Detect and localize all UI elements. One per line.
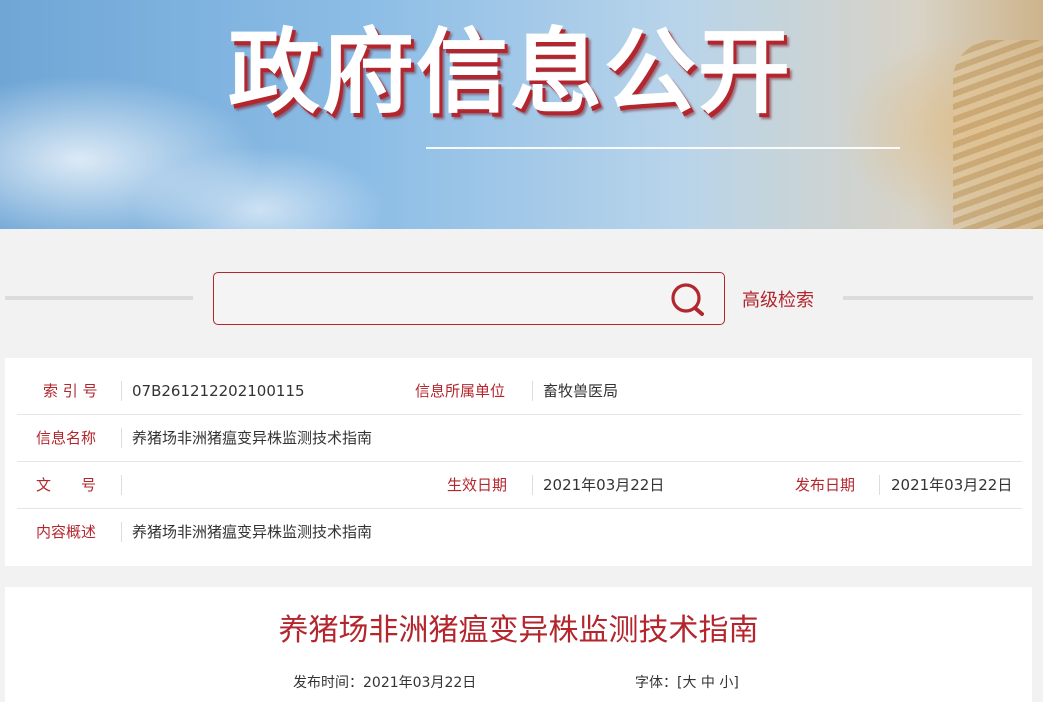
font-large-button[interactable]: 大: [682, 675, 696, 691]
banner-title: 政府信息公开: [228, 19, 793, 126]
separator: [121, 428, 122, 448]
meta-row-dates: 文 号 生效日期 2021年03月22日 发布日期 2021年03月22日: [17, 462, 1022, 509]
article-panel: 养猪场非洲猪瘟变异株监测技术指南 发布时间：2021年03月22日 字体：[大 …: [5, 587, 1032, 702]
summary-value: 养猪场非洲猪瘟变异株监测技术指南: [132, 523, 373, 541]
separator: [121, 522, 122, 542]
effective-date-value: 2021年03月22日: [543, 476, 665, 494]
divider-right: [843, 296, 1033, 300]
name-label: 信息名称: [36, 429, 97, 447]
meta-row-name: 信息名称 养猪场非洲猪瘟变异株监测技术指南: [17, 415, 1022, 462]
bracket-close: ]: [733, 675, 739, 691]
publish-time-value: 2021年03月22日: [363, 675, 477, 691]
index-value: 07B261212202100115: [132, 382, 305, 400]
divider-left: [5, 296, 193, 300]
unit-label: 信息所属单位: [415, 382, 506, 400]
wheat-decoration: [953, 40, 1043, 229]
banner-divider: [426, 147, 900, 149]
font-size-label: 字体：: [635, 675, 677, 691]
font-small-button[interactable]: 小: [719, 675, 733, 691]
separator: [532, 381, 533, 401]
search-box: [213, 272, 725, 325]
search-bar: 高级检索: [0, 272, 1043, 326]
separator: [121, 381, 122, 401]
metadata-table: 索 引 号 07B261212202100115 信息所属单位 畜牧兽医局 信息…: [5, 358, 1032, 566]
publish-time: 发布时间：2021年03月22日: [293, 672, 476, 692]
search-icon[interactable]: [669, 281, 709, 319]
publish-date-value: 2021年03月22日: [891, 476, 1013, 494]
summary-label: 内容概述: [36, 523, 97, 541]
publish-date-label: 发布日期: [795, 476, 856, 494]
publish-time-label: 发布时间：: [293, 675, 363, 691]
font-medium-button[interactable]: 中: [701, 675, 715, 691]
separator: [879, 475, 880, 495]
search-input[interactable]: [224, 281, 664, 317]
font-size-control: 字体：[大 中 小]: [635, 672, 739, 692]
separator: [121, 475, 122, 495]
doc-no-label: 文 号: [36, 476, 97, 494]
meta-row-index: 索 引 号 07B261212202100115 信息所属单位 畜牧兽医局: [17, 368, 1022, 415]
separator: [532, 475, 533, 495]
advanced-search-link[interactable]: 高级检索: [742, 286, 814, 312]
index-label: 索 引 号: [43, 382, 98, 400]
header-banner: 政府信息公开: [0, 0, 1043, 229]
effective-date-label: 生效日期: [447, 476, 508, 494]
name-value: 养猪场非洲猪瘟变异株监测技术指南: [132, 429, 373, 447]
unit-value: 畜牧兽医局: [543, 382, 619, 400]
meta-row-summary: 内容概述 养猪场非洲猪瘟变异株监测技术指南: [17, 509, 1022, 556]
article-title: 养猪场非洲猪瘟变异株监测技术指南: [278, 613, 759, 648]
